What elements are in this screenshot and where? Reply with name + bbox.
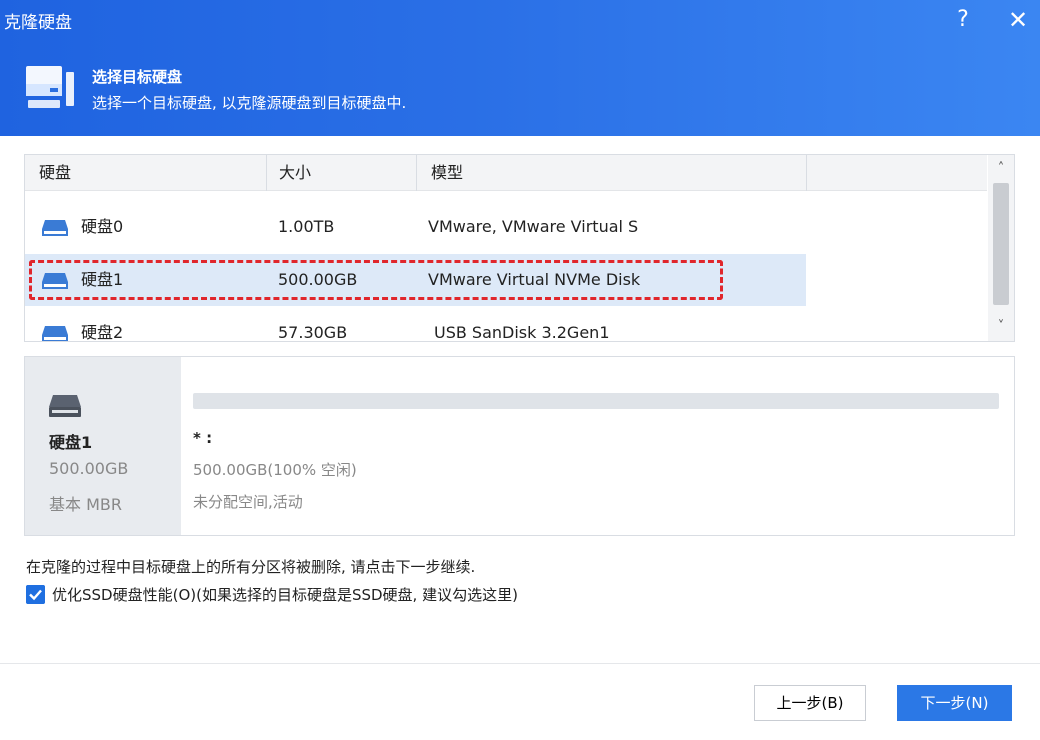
partition-label: * : [193, 429, 213, 447]
selection-highlight-box [29, 260, 723, 300]
vertical-scrollbar[interactable]: ˄ ˅ [988, 155, 1014, 341]
partition-info: 500.00GB(100% 空闲) [193, 461, 357, 479]
disk-model-cell: VMware, VMware Virtual S [428, 217, 639, 236]
detail-disk-name: 硬盘1 [49, 433, 93, 452]
disk-size-cell: 1.00TB [278, 217, 335, 236]
window-title: 克隆硬盘 [4, 13, 72, 33]
close-button[interactable]: ✕ [1002, 4, 1034, 36]
table-row[interactable]: 硬盘0 1.00TB VMware, VMware Virtual S [25, 201, 987, 253]
header-subtitle: 选择一个目标硬盘, 以克隆源硬盘到目标硬盘中. [92, 94, 407, 112]
hard-disk-icon [49, 395, 81, 417]
disk-icon [42, 326, 68, 341]
checkbox-checked-icon[interactable] [26, 585, 45, 604]
disk-icon [42, 220, 68, 236]
scrollbar-thumb[interactable] [993, 183, 1009, 305]
next-button[interactable]: 下一步(N) [897, 685, 1012, 721]
column-header-size[interactable]: 大小 [267, 155, 417, 191]
disk-name-cell: 硬盘2 [81, 323, 124, 342]
detail-disk-type: 基本 MBR [49, 495, 122, 514]
previous-button[interactable]: 上一步(B) [754, 685, 866, 721]
table-row[interactable]: 硬盘2 57.30GB USB SanDisk 3.2Gen1 [25, 307, 987, 342]
column-header-disk[interactable]: 硬盘 [25, 155, 267, 191]
dialog-header: 克隆硬盘 ? ✕ 选择目标硬盘 选择一个目标硬盘, 以克隆源硬盘到目标硬盘中. [0, 0, 1040, 136]
disk-detail-panel: 硬盘1 500.00GB 基本 MBR * : 500.00GB(100% 空闲… [24, 356, 1015, 536]
disk-clone-icon [26, 66, 74, 108]
disk-model-cell: USB SanDisk 3.2Gen1 [434, 323, 610, 342]
partition-status: 未分配空间,活动 [193, 493, 303, 511]
help-button[interactable]: ? [948, 4, 978, 36]
delete-warning-text: 在克隆的过程中目标硬盘上的所有分区将被删除, 请点击下一步继续. [26, 558, 476, 576]
disk-size-cell: 57.30GB [278, 323, 348, 342]
disk-name-cell: 硬盘0 [81, 217, 124, 236]
partition-bar[interactable] [193, 393, 999, 409]
scroll-down-icon[interactable]: ˅ [988, 315, 1014, 339]
detail-disk-size: 500.00GB [49, 459, 129, 478]
table-header: 硬盘 大小 模型 [25, 155, 987, 191]
header-title: 选择目标硬盘 [92, 68, 183, 86]
scroll-up-icon[interactable]: ˄ [988, 157, 1014, 181]
disk-summary: 硬盘1 500.00GB 基本 MBR [25, 357, 181, 535]
column-header-model[interactable]: 模型 [417, 155, 807, 191]
table-row-selected[interactable]: 硬盘1 500.00GB VMware Virtual NVMe Disk [25, 254, 987, 306]
footer-divider [0, 663, 1040, 664]
disk-table: 硬盘 大小 模型 硬盘0 1.00TB VMware, VMware Virtu… [24, 154, 1015, 342]
optimize-ssd-label[interactable]: 优化SSD硬盘性能(O)(如果选择的目标硬盘是SSD硬盘, 建议勾选这里) [52, 584, 518, 605]
